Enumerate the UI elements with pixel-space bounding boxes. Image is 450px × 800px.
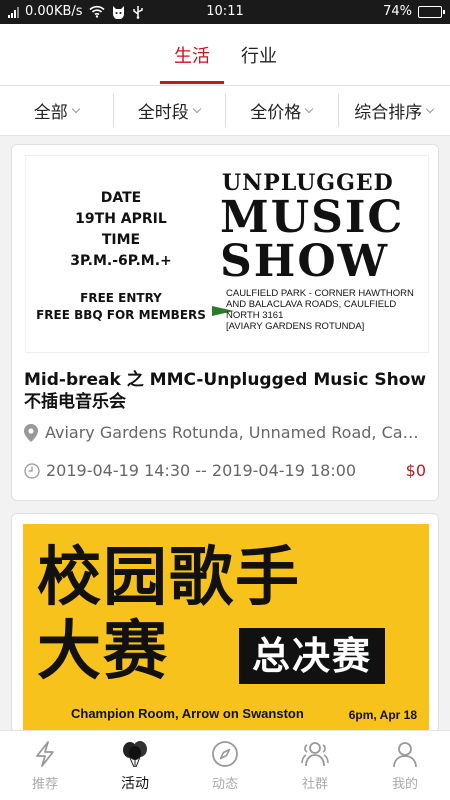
nav-label: 我的 xyxy=(391,777,418,792)
event-card[interactable]: 校园歌手 大赛 总决赛 Champion Room, Arrow on Swan… xyxy=(11,513,439,733)
event-title: Mid-break 之 MMC-Unplugged Music Show 不插电… xyxy=(24,370,427,412)
banner-spacer xyxy=(26,272,216,290)
banner-line: 3P.M.-6P.M.+ xyxy=(70,253,172,269)
balloons-icon xyxy=(123,741,147,768)
nav-item-community[interactable]: 社群 xyxy=(270,731,360,800)
filter-time[interactable]: 全时段 xyxy=(112,86,226,135)
event-time-text: 2019-04-19 14:30 -- 2019-04-19 18:00 xyxy=(46,461,357,480)
banner-line: DATE xyxy=(100,190,142,206)
event-price: $0 xyxy=(405,461,426,480)
chevron-down-icon xyxy=(305,104,314,113)
banner-line: FREE ENTRY xyxy=(80,291,162,305)
banner-title-line: 大赛 xyxy=(37,615,169,689)
lightning-icon xyxy=(36,741,54,767)
event-location-text: Aviary Gardens Rotunda, Unnamed Road, Ca… xyxy=(45,423,428,442)
nav-label: 动态 xyxy=(211,777,238,792)
chevron-down-icon xyxy=(426,104,435,113)
status-right: 74% xyxy=(383,4,445,19)
nav-item-events[interactable]: 活动 xyxy=(90,731,180,800)
bottom-nav: 推荐 活动 动态 社群 我的 xyxy=(0,730,450,800)
banner-venue: Champion Room, Arrow on Swanston xyxy=(71,706,304,721)
address-line: CAULFIELD PARK - CORNER HAWTHORN xyxy=(226,288,414,299)
clock-icon xyxy=(24,462,40,479)
nav-label: 推荐 xyxy=(31,777,58,792)
nav-item-feed[interactable]: 动态 xyxy=(180,731,270,800)
banner-title-line: MUSIC xyxy=(220,192,405,243)
banner-line: TIME xyxy=(101,232,141,248)
tab-life[interactable]: 生活 xyxy=(174,42,210,68)
filter-category[interactable]: 全部 xyxy=(0,86,113,135)
address-line: AND BALACLAVA ROADS, CAULFIELD xyxy=(226,299,397,310)
filter-time-label: 全时段 xyxy=(137,103,189,123)
event-time: 2019-04-19 14:30 -- 2019-04-19 18:00 xyxy=(24,461,404,480)
chevron-down-icon xyxy=(71,104,80,113)
nav-item-me[interactable]: 我的 xyxy=(360,731,450,800)
filter-sort-label: 综合排序 xyxy=(354,103,423,123)
battery-percent: 74% xyxy=(383,4,412,19)
filter-price[interactable]: 全价格 xyxy=(225,86,338,135)
active-tab-indicator xyxy=(160,81,224,84)
banner-line: FREE BBQ FOR MEMBERS xyxy=(36,308,206,322)
filter-bar: 全部 全时段 全价格 综合排序 xyxy=(0,86,450,136)
event-banner-image: DATE 19TH APRIL TIME 3P.M.-6P.M.+ FREE E… xyxy=(25,155,429,353)
event-location: Aviary Gardens Rotunda, Unnamed Road, Ca… xyxy=(24,423,428,442)
filter-price-label: 全价格 xyxy=(250,103,302,123)
filter-category-label: 全部 xyxy=(33,103,68,123)
banner-address: CAULFIELD PARK - CORNER HAWTHORN AND BAL… xyxy=(216,288,430,332)
banner-title-line: 校园歌手 xyxy=(37,541,301,615)
banner-line: 19TH APRIL xyxy=(75,211,167,227)
banner-info-block: DATE 19TH APRIL TIME 3P.M.-6P.M.+ FREE E… xyxy=(26,156,216,354)
tab-industry[interactable]: 行业 xyxy=(241,42,277,68)
filter-sort[interactable]: 综合排序 xyxy=(337,86,450,135)
event-card[interactable]: DATE 19TH APRIL TIME 3P.M.-6P.M.+ FREE E… xyxy=(11,144,439,501)
address-line: [AVIARY GARDENS ROTUNDA] xyxy=(226,321,365,332)
nav-label: 活动 xyxy=(121,776,149,792)
banner-title-block: UNPLUGGED MUSIC SHOW CAULFIELD PARK - CO… xyxy=(216,170,430,332)
event-banner-image: 校园歌手 大赛 总决赛 Champion Room, Arrow on Swan… xyxy=(23,524,429,732)
group-icon xyxy=(301,742,329,767)
location-pin-icon xyxy=(24,423,38,442)
address-line: NORTH 3161 xyxy=(226,310,284,321)
status-bar: 0.00KB/s 10:11 74% xyxy=(0,0,450,24)
person-icon xyxy=(393,742,417,768)
chevron-down-icon xyxy=(192,104,201,113)
banner-title-line: SHOW xyxy=(220,236,390,287)
compass-icon xyxy=(212,741,238,767)
nav-label: 社群 xyxy=(301,777,328,792)
battery-icon xyxy=(418,5,445,18)
top-tab-bar: 生活 行业 xyxy=(0,24,450,86)
nav-item-recommend[interactable]: 推荐 xyxy=(0,731,90,800)
banner-date: 6pm, Apr 18 xyxy=(348,708,417,722)
banner-finals-box: 总决赛 xyxy=(239,628,385,684)
